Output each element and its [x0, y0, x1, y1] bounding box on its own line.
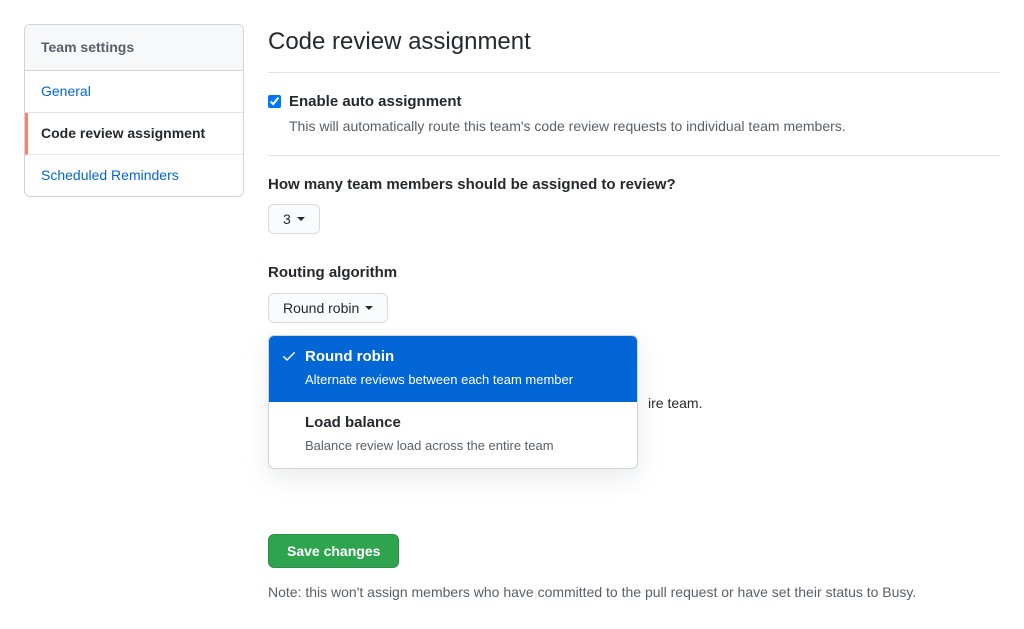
reviewer-count-dropdown[interactable]: 3 [268, 204, 320, 234]
sidebar-header: Team settings [25, 25, 243, 71]
routing-option-desc: Balance review load across the entire te… [305, 436, 623, 456]
routing-algorithm-dropdown[interactable]: Round robin [268, 293, 388, 323]
routing-option-load-balance[interactable]: Load balance Balance review load across … [269, 402, 637, 468]
reviewer-count-label: How many team members should be assigned… [268, 174, 1000, 197]
caret-down-icon [297, 217, 305, 221]
routing-algorithm-selected: Round robin [283, 300, 359, 316]
routing-option-title: Load balance [305, 412, 623, 435]
reviewer-count-value: 3 [283, 211, 291, 227]
enable-auto-assignment-desc: This will automatically route this team'… [289, 116, 846, 137]
obscured-text-fragment: ire team. [648, 393, 1000, 414]
routing-option-desc: Alternate reviews between each team memb… [305, 370, 623, 390]
check-icon [281, 348, 297, 370]
sidebar-item-scheduled-reminders[interactable]: Scheduled Reminders [25, 155, 243, 196]
save-changes-button[interactable]: Save changes [268, 534, 399, 568]
sidebar: Team settings General Code review assign… [24, 24, 244, 603]
routing-option-title: Round robin [305, 346, 623, 369]
divider [268, 72, 1000, 73]
divider [268, 155, 1000, 156]
sidebar-item-code-review-assignment[interactable]: Code review assignment [25, 113, 243, 155]
assignment-note: Note: this won't assign members who have… [268, 582, 1000, 603]
routing-option-round-robin[interactable]: Round robin Alternate reviews between ea… [269, 336, 637, 402]
caret-down-icon [365, 306, 373, 310]
main-content: Code review assignment Enable auto assig… [268, 24, 1000, 603]
routing-algorithm-label: Routing algorithm [268, 262, 1000, 285]
routing-algorithm-menu: Round robin Alternate reviews between ea… [268, 335, 638, 469]
sidebar-item-general[interactable]: General [25, 71, 243, 113]
enable-auto-assignment-label: Enable auto assignment [289, 91, 846, 114]
page-title: Code review assignment [268, 24, 1000, 60]
enable-auto-assignment-checkbox[interactable] [268, 95, 281, 108]
